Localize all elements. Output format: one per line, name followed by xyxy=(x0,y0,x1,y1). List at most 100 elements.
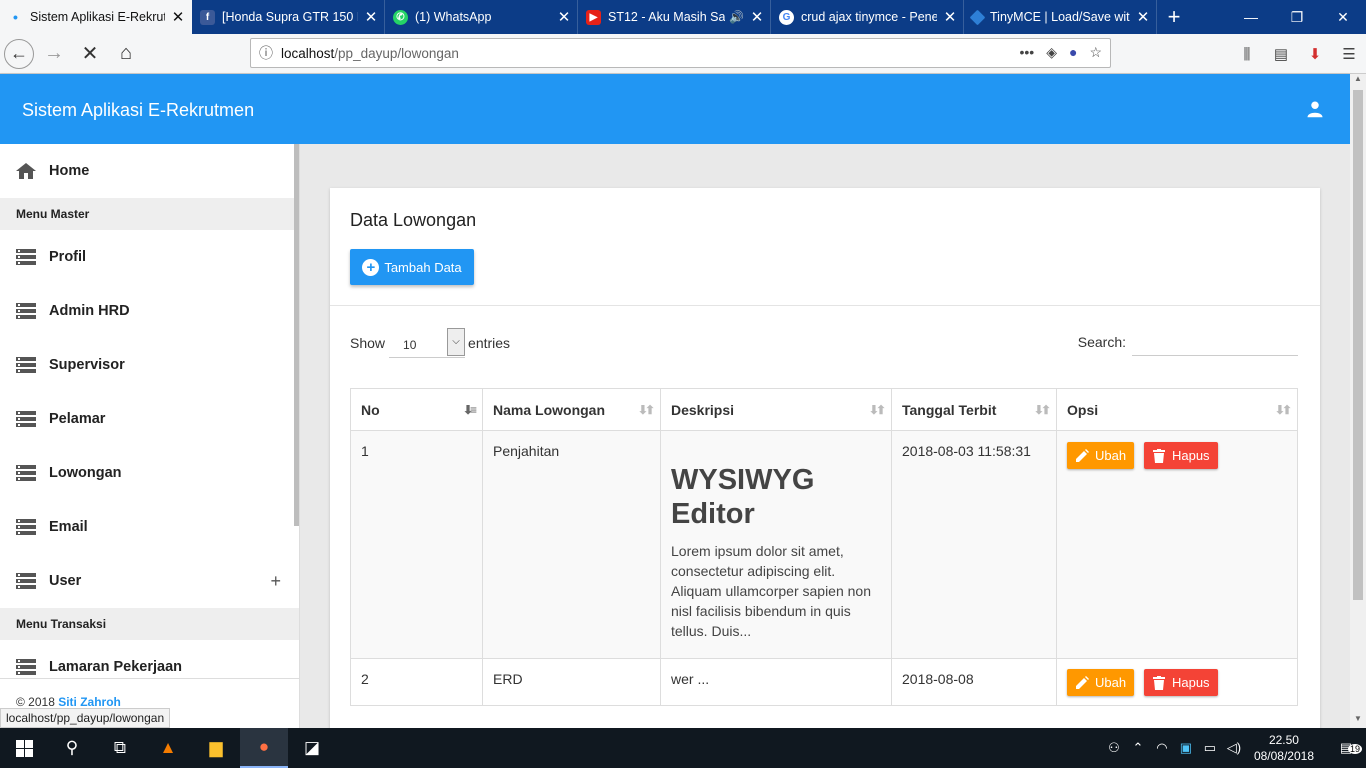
sidebar-item-email[interactable]: Email xyxy=(0,500,299,554)
delete-button[interactable]: Hapus xyxy=(1143,669,1218,696)
close-tab-icon[interactable]: ✕ xyxy=(943,8,957,26)
table-row: 1 Penjahitan WYSIWYG Editor Lorem ipsum … xyxy=(350,430,1298,659)
options-cell: Ubah Hapus xyxy=(1056,658,1298,706)
storage-icon xyxy=(16,249,36,265)
browser-tab[interactable]: ✆ (1) WhatsApp ✕ xyxy=(385,0,578,34)
sidebar: Home Menu Master Profil Admin HRD Superv… xyxy=(0,144,300,728)
entries-length-control: Show 10 ⌵ entries xyxy=(350,328,510,358)
windows-start-icon[interactable] xyxy=(0,728,48,768)
storage-icon xyxy=(16,411,36,427)
browser-tab-strip: • Sistem Aplikasi E-Rekrutmen ✕ f [Honda… xyxy=(0,0,1366,34)
app-title[interactable]: Sistem Aplikasi E-Rekrutmen xyxy=(22,100,254,121)
close-tab-icon[interactable]: ✕ xyxy=(557,8,571,26)
close-tab-icon[interactable]: ✕ xyxy=(364,8,378,26)
data-table: No ⬇≡ Nama Lowongan ⬇⬆ Deskripsi ⬇⬆ Tanggal… xyxy=(350,388,1298,706)
add-data-button[interactable]: + Tambah Data xyxy=(350,249,474,285)
notifications-icon[interactable]: ▤ 19 xyxy=(1326,740,1366,756)
new-tab-button[interactable]: + xyxy=(1157,0,1191,34)
storage-icon xyxy=(16,357,36,373)
search-icon[interactable]: ⚲ xyxy=(48,728,96,768)
youtube-icon: ▶ xyxy=(586,9,601,25)
network-icon[interactable]: ▣ xyxy=(1174,740,1198,756)
speaker-icon[interactable]: 🔊 xyxy=(729,10,744,24)
pocket-icon[interactable]: ◈ xyxy=(1046,44,1057,61)
sidebar-item-admin-hrd[interactable]: Admin HRD xyxy=(0,284,299,338)
system-tray: ⚇ ⌃ ◠ ▣ ▭ ◁) 22.50 08/08/2018 ▤ 19 xyxy=(1102,728,1366,768)
close-tab-icon[interactable]: ✕ xyxy=(171,8,185,26)
status-link-tooltip: localhost/pp_dayup/lowongan xyxy=(0,708,171,728)
edit-button[interactable]: Ubah xyxy=(1067,442,1135,469)
sidebar-item-supervisor[interactable]: Supervisor xyxy=(0,338,299,392)
close-tab-icon[interactable]: ✕ xyxy=(750,8,764,26)
sort-icon: ⬇⬆ xyxy=(637,403,655,417)
delete-button[interactable]: Hapus xyxy=(1143,442,1218,469)
notepad-icon[interactable]: ◪ xyxy=(288,728,336,768)
close-window-icon[interactable]: ✕ xyxy=(1320,0,1366,34)
task-view-icon[interactable]: ⧉ xyxy=(96,728,144,768)
stop-button[interactable]: ✕ xyxy=(74,38,106,70)
bookmark-star-icon[interactable]: ☆ xyxy=(1089,44,1102,61)
column-header-no[interactable]: No ⬇≡ xyxy=(350,388,483,431)
back-button[interactable]: ← xyxy=(4,38,34,69)
home-icon xyxy=(16,163,36,179)
search-input[interactable] xyxy=(1132,328,1298,356)
entries-select[interactable]: 10 ⌵ xyxy=(389,328,466,358)
page-actions-icon[interactable]: ••• xyxy=(1019,44,1034,61)
column-header-opsi[interactable]: Opsi ⬇⬆ xyxy=(1056,388,1298,431)
browser-tab[interactable]: TinyMCE | Load/Save with Ajax ✕ xyxy=(964,0,1157,34)
url-bar[interactable]: ⓘ localhost/pp_dayup/lowongan ••• ◈ ● ☆ xyxy=(250,38,1111,68)
add-circle-icon: + xyxy=(362,258,380,276)
loading-dot-icon: • xyxy=(13,9,18,25)
library-icon[interactable]: ⫼ xyxy=(1230,46,1264,63)
download-icon[interactable]: ⬇ xyxy=(1298,45,1332,63)
menu-master-header: Menu Master xyxy=(0,198,299,230)
wifi-icon[interactable]: ◠ xyxy=(1150,740,1174,756)
forward-button[interactable]: → xyxy=(38,38,70,70)
minimize-icon[interactable]: — xyxy=(1228,0,1274,34)
browser-navbar: ← → ✕ ⌂ ⓘ localhost/pp_dayup/lowongan ••… xyxy=(0,34,1366,74)
file-explorer-icon[interactable]: ▆ xyxy=(192,728,240,768)
extension-icon[interactable]: ● xyxy=(1069,44,1077,61)
page-scrollbar[interactable]: ▲ ▼ xyxy=(1350,74,1366,728)
firefox-icon[interactable]: ● xyxy=(240,728,288,768)
home-button[interactable]: ⌂ xyxy=(110,38,142,70)
user-account-icon[interactable] xyxy=(1306,100,1324,118)
close-tab-icon[interactable]: ✕ xyxy=(1136,8,1150,26)
battery-icon[interactable]: ▭ xyxy=(1198,740,1222,756)
info-icon[interactable]: ⓘ xyxy=(251,43,281,63)
sort-icon: ⬇⬆ xyxy=(868,403,886,417)
column-header-deskripsi[interactable]: Deskripsi ⬇⬆ xyxy=(660,388,892,431)
scrollbar-thumb[interactable] xyxy=(1353,90,1363,600)
sidebar-item-profil[interactable]: Profil xyxy=(0,230,299,284)
expand-plus-icon[interactable]: + xyxy=(270,571,281,592)
chevron-down-icon: ⌵ xyxy=(447,328,466,356)
edit-button[interactable]: Ubah xyxy=(1067,669,1135,696)
browser-tab[interactable]: ▶ ST12 - Aku Masih Sayang 🔊 ✕ xyxy=(578,0,771,34)
browser-tab[interactable]: • Sistem Aplikasi E-Rekrutmen ✕ xyxy=(0,0,192,34)
trash-icon xyxy=(1152,448,1165,463)
menu-icon[interactable]: ☰ xyxy=(1332,45,1366,63)
app-header: Sistem Aplikasi E-Rekrutmen xyxy=(0,74,1350,144)
sort-icon: ⬇⬆ xyxy=(1033,403,1051,417)
scroll-down-icon[interactable]: ▼ xyxy=(1350,714,1366,728)
taskbar: ⚲ ⧉ ▲ ▆ ● ◪ ⚇ ⌃ ◠ ▣ ▭ ◁) 22.50 08/08/201… xyxy=(0,728,1366,768)
people-icon[interactable]: ⚇ xyxy=(1102,740,1126,756)
browser-tab[interactable]: G crud ajax tinymce - Penelusuran ✕ xyxy=(771,0,964,34)
restore-icon[interactable]: ❐ xyxy=(1274,0,1320,34)
sidebar-item-lowongan[interactable]: Lowongan xyxy=(0,446,299,500)
column-header-nama[interactable]: Nama Lowongan ⬇⬆ xyxy=(482,388,661,431)
clock[interactable]: 22.50 08/08/2018 xyxy=(1254,732,1314,764)
author-link[interactable]: Siti Zahroh xyxy=(58,695,121,709)
sidebar-item-home[interactable]: Home xyxy=(0,144,299,198)
storage-icon xyxy=(16,659,36,675)
scroll-up-icon[interactable]: ▲ xyxy=(1350,74,1366,88)
browser-tab[interactable]: f [Honda Supra GTR 150 Indonesia] ✕ xyxy=(192,0,385,34)
volume-icon[interactable]: ◁) xyxy=(1222,740,1246,756)
sidebar-item-user[interactable]: User + xyxy=(0,554,299,608)
sidebar-toggle-icon[interactable]: ▤ xyxy=(1264,45,1298,63)
description-cell: WYSIWYG Editor Lorem ipsum dolor sit ame… xyxy=(660,430,892,659)
vlc-icon[interactable]: ▲ xyxy=(144,728,192,768)
chevron-up-icon[interactable]: ⌃ xyxy=(1126,740,1150,756)
sidebar-item-pelamar[interactable]: Pelamar xyxy=(0,392,299,446)
column-header-tanggal[interactable]: Tanggal Terbit ⬇⬆ xyxy=(891,388,1057,431)
